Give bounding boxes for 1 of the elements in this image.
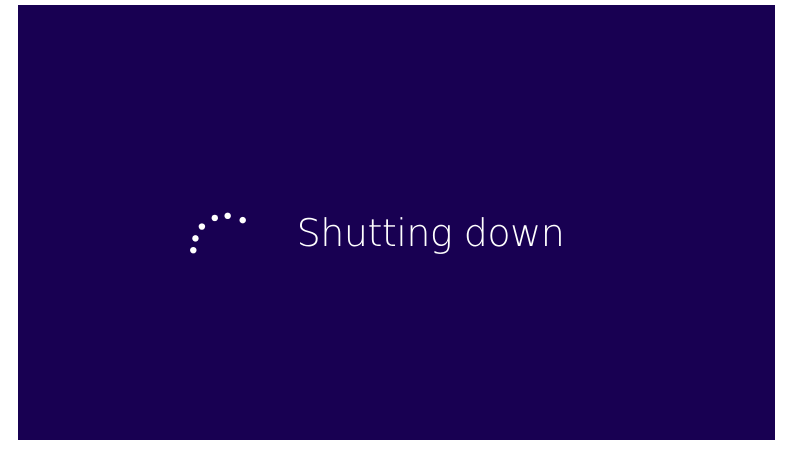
status-message: Shutting down (296, 210, 564, 254)
